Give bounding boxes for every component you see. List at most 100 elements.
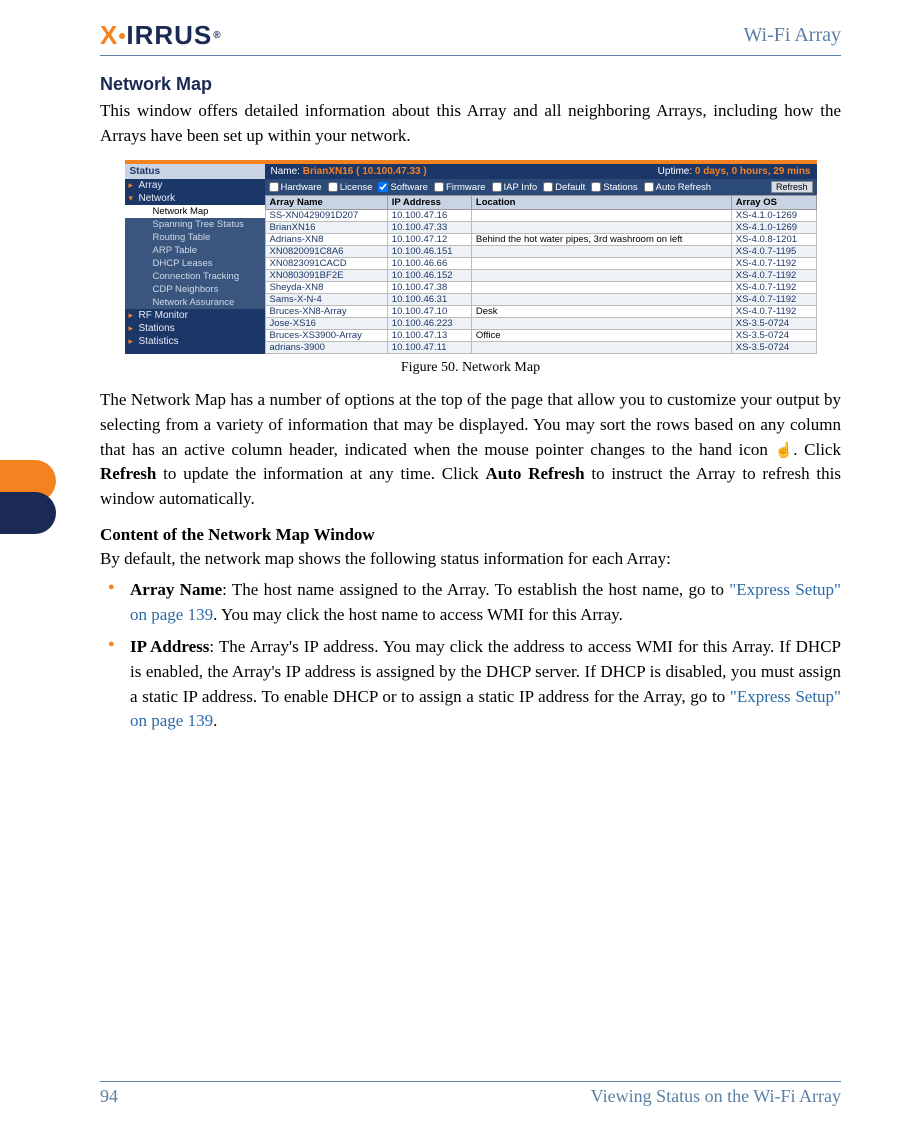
- ss-sub-arp[interactable]: ARP Table: [125, 244, 265, 257]
- cell-os: XS-4.0.7-1192: [731, 270, 816, 282]
- cell-ip[interactable]: 10.100.47.33: [387, 222, 471, 234]
- filter-hardware[interactable]: Hardware: [269, 182, 322, 193]
- ss-side-array[interactable]: Array: [125, 179, 265, 192]
- cell-location: Office: [471, 330, 731, 342]
- cell-array-name[interactable]: XN0823091CACD: [265, 258, 387, 270]
- ss-sub-assurance[interactable]: Network Assurance: [125, 296, 265, 309]
- col-location[interactable]: Location: [471, 196, 731, 210]
- ss-sub-dhcp[interactable]: DHCP Leases: [125, 257, 265, 270]
- ss-side-statistics[interactable]: Statistics: [125, 335, 265, 348]
- cell-location: [471, 210, 731, 222]
- ss-side-network[interactable]: Network: [125, 192, 265, 205]
- b1-label: Array Name: [130, 580, 222, 599]
- cell-ip[interactable]: 10.100.47.13: [387, 330, 471, 342]
- table-row: XN0803091BF2E10.100.46.152 XS-4.0.7-1192: [265, 270, 816, 282]
- b2-label: IP Address: [130, 637, 209, 656]
- cell-array-name[interactable]: SS-XN0429091D207: [265, 210, 387, 222]
- filter-license[interactable]: License: [328, 182, 373, 193]
- cell-array-name[interactable]: Jose-XS16: [265, 318, 387, 330]
- bullet-list: Array Name: The host name assigned to th…: [100, 578, 841, 734]
- intro-paragraph: This window offers detailed information …: [100, 99, 841, 148]
- cell-ip[interactable]: 10.100.47.16: [387, 210, 471, 222]
- cell-ip[interactable]: 10.100.46.223: [387, 318, 471, 330]
- refresh-button[interactable]: Refresh: [771, 181, 813, 193]
- hand-icon: ☝: [775, 444, 794, 459]
- ss-uptime-label: Uptime:: [658, 166, 692, 177]
- ss-titlebar: Name: BrianXN16 ( 10.100.47.33 ) Uptime:…: [265, 164, 817, 179]
- cell-os: XS-3.5-0724: [731, 342, 816, 354]
- cell-ip[interactable]: 10.100.47.11: [387, 342, 471, 354]
- ss-sidebar-header: Status: [125, 164, 265, 179]
- cell-ip[interactable]: 10.100.46.66: [387, 258, 471, 270]
- para2-refresh: Refresh: [100, 464, 156, 483]
- ss-uptime-value: 0 days, 0 hours, 29 mins: [695, 166, 811, 177]
- section-title: Network Map: [100, 74, 841, 95]
- filter-checkbox-hardware[interactable]: [269, 182, 279, 192]
- cell-array-name[interactable]: Sams-X-N-4: [265, 294, 387, 306]
- ss-sub-routing[interactable]: Routing Table: [125, 231, 265, 244]
- para2-b: . Click: [793, 440, 841, 459]
- ss-table: Array Name IP Address Location Array OS …: [265, 195, 817, 354]
- col-array-name[interactable]: Array Name: [265, 196, 387, 210]
- filter-checkbox-stations[interactable]: [591, 182, 601, 192]
- ss-main: Name: BrianXN16 ( 10.100.47.33 ) Uptime:…: [265, 164, 817, 354]
- filter-firmware[interactable]: Firmware: [434, 182, 486, 193]
- cell-array-name[interactable]: Bruces-XS3900-Array: [265, 330, 387, 342]
- cell-location: [471, 246, 731, 258]
- table-row: Sheyda-XN810.100.47.38 XS-4.0.7-1192: [265, 282, 816, 294]
- cell-os: XS-4.0.7-1192: [731, 282, 816, 294]
- filter-checkbox-software[interactable]: [378, 182, 388, 192]
- paragraph-default: By default, the network map shows the fo…: [100, 547, 841, 572]
- cell-ip[interactable]: 10.100.47.38: [387, 282, 471, 294]
- filter-default[interactable]: Default: [543, 182, 585, 193]
- cell-array-name[interactable]: Adrians-XN8: [265, 234, 387, 246]
- b1-a: : The host name assigned to the Array. T…: [222, 580, 729, 599]
- ss-side-rf[interactable]: RF Monitor: [125, 309, 265, 322]
- filter-iap-info[interactable]: IAP Info: [492, 182, 538, 193]
- ss-sub-network-map[interactable]: Network Map: [125, 205, 265, 218]
- logo-rest: IRRUS: [126, 20, 212, 51]
- filter-stations[interactable]: Stations: [591, 182, 637, 193]
- ss-sub-cdp[interactable]: CDP Neighbors: [125, 283, 265, 296]
- cell-ip[interactable]: 10.100.46.151: [387, 246, 471, 258]
- filter-checkbox-firmware[interactable]: [434, 182, 444, 192]
- cell-array-name[interactable]: BrianXN16: [265, 222, 387, 234]
- ss-filter-bar: Hardware License Software Firmware IAP Info D…: [265, 179, 817, 195]
- ss-sub-conn[interactable]: Connection Tracking: [125, 270, 265, 283]
- filter-checkbox-default[interactable]: [543, 182, 553, 192]
- para2-c: to update the information at any time. C…: [156, 464, 485, 483]
- cell-ip[interactable]: 10.100.47.12: [387, 234, 471, 246]
- cell-array-name[interactable]: adrians-3900: [265, 342, 387, 354]
- filter-checkbox-license[interactable]: [328, 182, 338, 192]
- table-row: Bruces-XN8-Array10.100.47.10DeskXS-4.0.7…: [265, 306, 816, 318]
- filter-auto-refresh[interactable]: Auto Refresh: [644, 182, 711, 193]
- table-row: adrians-390010.100.47.11 XS-3.5-0724: [265, 342, 816, 354]
- subheading: Content of the Network Map Window: [100, 525, 841, 545]
- paragraph-options: The Network Map has a number of options …: [100, 388, 841, 511]
- bullet-ip-address: IP Address: The Array's IP address. You …: [130, 635, 841, 734]
- footer-rule: [100, 1081, 841, 1082]
- cell-ip[interactable]: 10.100.47.10: [387, 306, 471, 318]
- cell-ip[interactable]: 10.100.46.152: [387, 270, 471, 282]
- cell-ip[interactable]: 10.100.46.31: [387, 294, 471, 306]
- cell-os: XS-4.0.7-1192: [731, 258, 816, 270]
- cell-array-name[interactable]: Sheyda-XN8: [265, 282, 387, 294]
- cell-location: [471, 318, 731, 330]
- ss-side-stations[interactable]: Stations: [125, 322, 265, 335]
- cell-array-name[interactable]: XN0803091BF2E: [265, 270, 387, 282]
- filter-software[interactable]: Software: [378, 182, 428, 193]
- cell-location: [471, 258, 731, 270]
- filter-checkbox-auto-refresh[interactable]: [644, 182, 654, 192]
- filter-checkbox-iap-info[interactable]: [492, 182, 502, 192]
- xirrus-logo: XIRRUS®: [100, 20, 222, 51]
- cell-os: XS-4.0.7-1192: [731, 306, 816, 318]
- cell-location: [471, 342, 731, 354]
- ss-sub-spanning[interactable]: Spanning Tree Status: [125, 218, 265, 231]
- col-ip[interactable]: IP Address: [387, 196, 471, 210]
- ss-name-label: Name:: [271, 166, 300, 177]
- col-os[interactable]: Array OS: [731, 196, 816, 210]
- cell-array-name[interactable]: Bruces-XN8-Array: [265, 306, 387, 318]
- bullet-array-name: Array Name: The host name assigned to th…: [130, 578, 841, 627]
- para2-auto: Auto Refresh: [485, 464, 584, 483]
- cell-array-name[interactable]: XN0820091C8A6: [265, 246, 387, 258]
